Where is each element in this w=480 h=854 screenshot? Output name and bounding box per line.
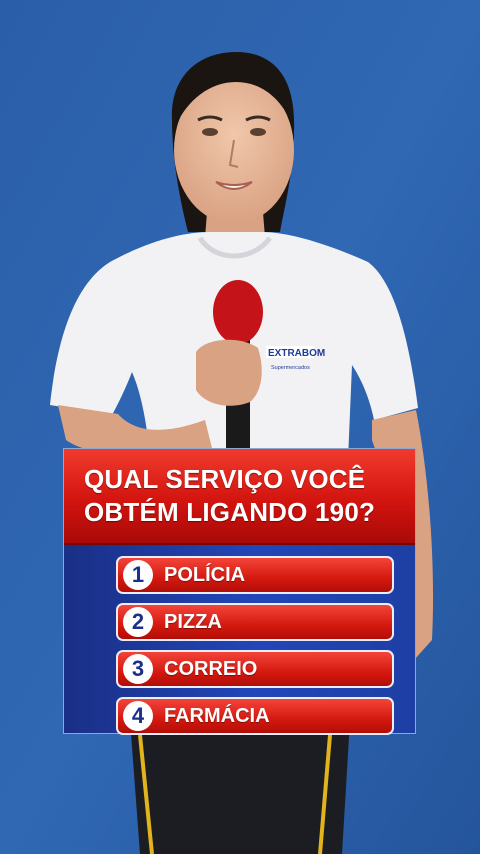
shirt-logo-text: EXTRABOM [268, 348, 325, 359]
option-label-3: CORREIO [164, 658, 258, 680]
option-1[interactable]: 1 POLÍCIA [116, 556, 394, 594]
question-line-2: OBTÉM LIGANDO 190? [84, 497, 376, 527]
option-4[interactable]: 4 FARMÁCIA [116, 697, 394, 735]
option-number-4: 4 [123, 701, 153, 731]
option-2[interactable]: 2 PIZZA [116, 603, 394, 641]
shirt-logo-subtext: Supermercados [271, 365, 310, 371]
option-label-4: FARMÁCIA [164, 705, 270, 727]
question-line-1: QUAL SERVIÇO VOCÊ [84, 464, 366, 494]
question-banner: QUAL SERVIÇO VOCÊ OBTÉM LIGANDO 190? [64, 449, 415, 545]
quiz-card: QUAL SERVIÇO VOCÊ OBTÉM LIGANDO 190? 1 P… [63, 448, 416, 735]
option-label-1: POLÍCIA [164, 564, 246, 586]
option-label-2: PIZZA [164, 611, 222, 633]
option-number-2: 2 [123, 607, 153, 637]
option-number-1: 1 [123, 560, 153, 590]
option-3[interactable]: 3 CORREIO [116, 650, 394, 688]
option-number-3: 3 [123, 654, 153, 684]
